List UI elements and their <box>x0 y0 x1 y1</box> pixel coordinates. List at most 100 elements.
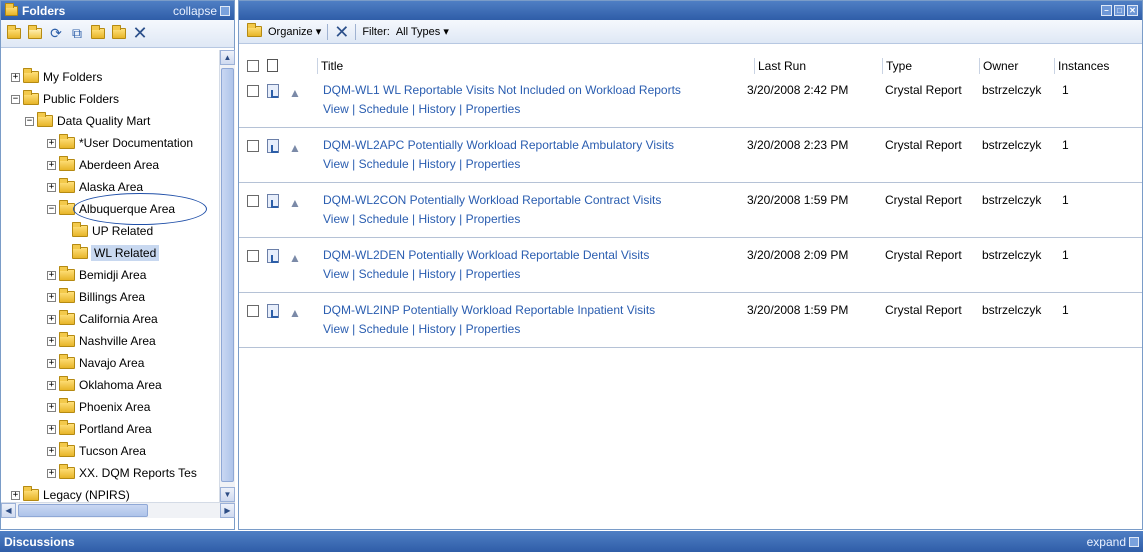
tree-node[interactable]: + California Area <box>47 310 158 328</box>
expand-node-icon[interactable]: + <box>47 182 56 192</box>
scroll-up-icon[interactable]: ▲ <box>220 50 235 65</box>
expand-node-icon[interactable]: + <box>47 446 56 456</box>
column-type[interactable]: Type <box>882 58 912 74</box>
column-last-run[interactable]: Last Run <box>754 58 806 74</box>
expand-row-icon[interactable]: ▲ <box>289 86 301 100</box>
view-link[interactable]: View <box>323 267 349 281</box>
maximize-icon[interactable]: □ <box>1114 5 1125 16</box>
tree-horizontal-scrollbar[interactable]: ◀ ▶ <box>1 502 235 518</box>
tree-node[interactable]: + Navajo Area <box>47 354 144 372</box>
expand-node-icon[interactable]: + <box>47 270 56 280</box>
expand-node-icon[interactable]: + <box>47 402 56 412</box>
tree-node[interactable]: + Aberdeen Area <box>47 156 159 174</box>
document-icon <box>267 59 278 72</box>
report-title-link[interactable]: DQM-WL2APC Potentially Workload Reportab… <box>323 138 674 152</box>
tree-node[interactable]: + Legacy (NPIRS) <box>11 486 130 502</box>
expand-node-icon[interactable]: + <box>47 424 56 434</box>
row-checkbox[interactable] <box>247 305 259 317</box>
schedule-link[interactable]: Schedule <box>359 102 409 116</box>
tree-node[interactable]: + Bemidji Area <box>47 266 146 284</box>
expand-button[interactable]: expand <box>1087 535 1139 549</box>
expand-row-icon[interactable]: ▲ <box>289 251 301 265</box>
organize-menu[interactable]: Organize ▾ <box>268 25 321 38</box>
delete-icon[interactable]: ✕ <box>132 23 148 43</box>
tree-node[interactable]: + XX. DQM Reports Tes <box>47 464 197 482</box>
expand-row-icon[interactable]: ▲ <box>289 306 301 320</box>
history-link[interactable]: History <box>418 267 455 281</box>
view-link[interactable]: View <box>323 102 349 116</box>
expand-node-icon[interactable]: + <box>11 490 20 500</box>
scroll-left-icon[interactable]: ◀ <box>1 503 16 518</box>
column-title[interactable]: Title <box>317 58 343 74</box>
expand-row-icon[interactable]: ▲ <box>289 141 301 155</box>
view-link[interactable]: View <box>323 157 349 171</box>
close-icon[interactable]: ✕ <box>1127 5 1138 16</box>
export-folder-icon[interactable] <box>111 25 127 42</box>
collapse-node-icon[interactable]: − <box>11 94 20 104</box>
scroll-down-icon[interactable]: ▼ <box>220 487 235 502</box>
schedule-link[interactable]: Schedule <box>359 322 409 336</box>
delete-button[interactable]: ✕ <box>334 23 349 41</box>
properties-link[interactable]: Properties <box>466 322 521 336</box>
view-link[interactable]: View <box>323 322 349 336</box>
filter-dropdown[interactable]: All Types ▾ <box>396 25 449 38</box>
report-title-link[interactable]: DQM-WL2INP Potentially Workload Reportab… <box>323 303 655 317</box>
tree-node[interactable]: + My Folders <box>11 68 102 86</box>
tree-node[interactable]: + Billings Area <box>47 288 145 306</box>
history-link[interactable]: History <box>418 157 455 171</box>
view-link[interactable]: View <box>323 212 349 226</box>
collapse-node-icon[interactable]: − <box>47 204 56 214</box>
report-title-link[interactable]: DQM-WL1 WL Reportable Visits Not Include… <box>323 83 681 97</box>
open-folder-icon[interactable] <box>27 25 43 42</box>
expand-node-icon[interactable]: + <box>47 314 56 324</box>
refresh-icon[interactable]: ⟳ <box>48 25 64 42</box>
column-instances[interactable]: Instances <box>1054 58 1109 74</box>
new-folder-icon[interactable] <box>6 25 22 42</box>
scroll-thumb[interactable] <box>221 68 234 482</box>
tree-node[interactable]: + Portland Area <box>47 420 152 438</box>
tree-node[interactable]: − Data Quality Mart <box>25 112 150 130</box>
report-title-link[interactable]: DQM-WL2DEN Potentially Workload Reportab… <box>323 248 649 262</box>
expand-node-icon[interactable]: + <box>47 160 56 170</box>
tree-node[interactable]: + Nashville Area <box>47 332 156 350</box>
tree-node[interactable]: + Tucson Area <box>47 442 146 460</box>
history-link[interactable]: History <box>418 322 455 336</box>
row-checkbox[interactable] <box>247 140 259 152</box>
schedule-link[interactable]: Schedule <box>359 267 409 281</box>
scroll-right-icon[interactable]: ▶ <box>220 503 235 518</box>
properties-link[interactable]: Properties <box>466 212 521 226</box>
history-link[interactable]: History <box>418 102 455 116</box>
collapse-node-icon[interactable]: − <box>25 116 34 126</box>
tree-node[interactable]: WL Related <box>67 244 160 262</box>
schedule-link[interactable]: Schedule <box>359 212 409 226</box>
properties-link[interactable]: Properties <box>466 157 521 171</box>
move-folder-icon[interactable] <box>90 25 106 42</box>
expand-node-icon[interactable]: + <box>47 138 56 148</box>
tree-vertical-scrollbar[interactable]: ▲ ▼ <box>219 50 235 502</box>
expand-node-icon[interactable]: + <box>47 336 56 346</box>
expand-node-icon[interactable]: + <box>47 358 56 368</box>
row-checkbox[interactable] <box>247 250 259 262</box>
tree-node[interactable]: + Phoenix Area <box>47 398 150 416</box>
row-checkbox[interactable] <box>247 195 259 207</box>
properties-link[interactable]: Properties <box>466 267 521 281</box>
tree-node[interactable]: − Public Folders <box>11 90 119 108</box>
properties-link[interactable]: Properties <box>466 102 521 116</box>
tree-node[interactable]: + Oklahoma Area <box>47 376 162 394</box>
hscroll-thumb[interactable] <box>18 504 148 517</box>
copy-icon[interactable]: ⧉ <box>69 25 85 42</box>
expand-node-icon[interactable]: + <box>47 292 56 302</box>
report-title-link[interactable]: DQM-WL2CON Potentially Workload Reportab… <box>323 193 661 207</box>
collapse-button[interactable]: collapse <box>173 4 230 18</box>
expand-node-icon[interactable]: + <box>47 380 56 390</box>
column-owner[interactable]: Owner <box>979 58 1018 74</box>
select-all-checkbox[interactable] <box>247 60 259 72</box>
expand-node-icon[interactable]: + <box>11 72 20 82</box>
tree-node[interactable]: + *User Documentation <box>47 134 193 152</box>
expand-node-icon[interactable]: + <box>47 468 56 478</box>
schedule-link[interactable]: Schedule <box>359 157 409 171</box>
minimize-icon[interactable]: – <box>1101 5 1112 16</box>
expand-row-icon[interactable]: ▲ <box>289 196 301 210</box>
history-link[interactable]: History <box>418 212 455 226</box>
row-checkbox[interactable] <box>247 85 259 97</box>
